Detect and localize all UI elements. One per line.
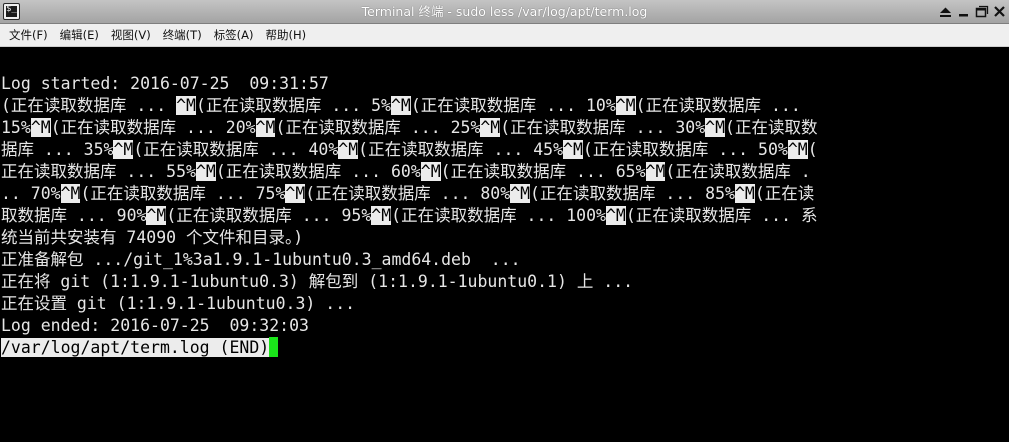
terminal-window: $_ Terminal 终端 - sudo less /var/log/apt/… — [0, 0, 1009, 442]
terminal-text: 15% — [1, 118, 31, 137]
terminal-line: 正准备解包 .../git_1%3a1.9.1-1ubuntu0.3_amd64… — [1, 249, 818, 271]
menu-edit[interactable]: 编辑(E) — [55, 24, 104, 46]
terminal-output: Log started: 2016-07-25 09:31:57 (正在读取数据库… — [1, 73, 818, 359]
terminal-text: Log ended: 2016-07-25 09:32:03 — [1, 316, 309, 335]
terminal-text: 正准备解包 .../git_1%3a1.9.1-1ubuntu0.3_amd64… — [1, 250, 521, 269]
control-char-marker: ^M — [30, 118, 51, 137]
less-status-prompt: /var/log/apt/term.log (END) — [1, 338, 270, 357]
menu-view[interactable]: 视图(V) — [106, 24, 156, 46]
terminal-text: (正在读取数据库 ... 80% — [305, 184, 511, 203]
terminal-line: 统当前共安装有 74090 个文件和目录。) — [1, 227, 818, 249]
terminal-text: (正在读取数据库 ... 45% — [358, 140, 564, 159]
control-char-marker: ^M — [734, 184, 755, 203]
terminal-text: (正在读取数据库 ... 85% — [530, 184, 735, 203]
terminal-line: 据库 ... 35%^M(正在读取数据库 ... 40%^M(正在读取数据库 .… — [1, 139, 818, 161]
terminal-text: ( — [807, 140, 818, 159]
control-char-marker: ^M — [338, 140, 359, 159]
terminal-text: (正在读取数据库 ... 20% — [50, 118, 256, 137]
control-char-marker: ^M — [176, 96, 196, 115]
maximize-icon[interactable] — [973, 3, 990, 20]
terminal-line: (正在读取数据库 ... ^M(正在读取数据库 ... 5%^M(正在读取数据库… — [1, 95, 818, 117]
menu-file[interactable]: 文件(F) — [4, 24, 53, 46]
window-controls — [937, 0, 1009, 23]
control-char-marker: ^M — [705, 118, 726, 137]
terminal-text: 正在设置 git (1:1.9.1-1ubuntu0.3) ... — [1, 294, 356, 313]
terminal-text: .. 70% — [1, 184, 61, 203]
control-char-marker: ^M — [255, 118, 276, 137]
control-char-marker: ^M — [285, 184, 306, 203]
terminal-text: (正在读取数 — [725, 118, 818, 137]
terminal-text: (正在读取数据库 ... 系 — [625, 206, 818, 225]
control-char-marker: ^M — [605, 206, 626, 225]
terminal-line: Log ended: 2016-07-25 09:32:03 — [1, 315, 818, 337]
terminal-text: (正在读取数据库 ... 75% — [80, 184, 286, 203]
terminal-text: (正在读取数据库 ... 5% — [195, 96, 391, 115]
terminal-text: (正在读取数据库 ... — [635, 96, 801, 115]
menu-help[interactable]: 帮助(H) — [261, 24, 312, 46]
control-char-marker: ^M — [480, 118, 501, 137]
control-char-marker: ^M — [563, 140, 583, 159]
close-icon[interactable] — [991, 3, 1008, 20]
terminal-text: (正在读取数据库 ... 30% — [500, 118, 706, 137]
terminal-text: (正在读取数据库 . — [665, 162, 811, 181]
shade-icon[interactable] — [937, 3, 954, 20]
control-char-marker: ^M — [113, 140, 134, 159]
terminal-text: 取数据库 ... 90% — [1, 206, 147, 225]
terminal-text: (正在读取数据库 ... — [1, 96, 177, 115]
terminal-text: Log started: 2016-07-25 09:31:57 — [1, 74, 329, 93]
minimize-icon[interactable] — [955, 3, 972, 20]
terminal-text: 据库 ... 35% — [1, 140, 114, 159]
control-char-marker: ^M — [390, 96, 411, 115]
menu-bar: 文件(F) 编辑(E) 视图(V) 终端(T) 标签(A) 帮助(H) — [0, 24, 1009, 47]
control-char-marker: ^M — [195, 162, 216, 181]
terminal-line: .. 70%^M(正在读取数据库 ... 75%^M(正在读取数据库 ... 8… — [1, 183, 818, 205]
terminal-text: (正在读取数据库 ... 95% — [166, 206, 372, 225]
control-char-marker: ^M — [645, 162, 666, 181]
terminal-text: 正在读取数据库 ... 55% — [1, 162, 196, 181]
control-char-marker: ^M — [371, 206, 392, 225]
terminal-cursor — [269, 337, 279, 357]
terminal-line: 正在读取数据库 ... 55%^M(正在读取数据库 ... 60%^M(正在读取… — [1, 161, 818, 183]
terminal-text: (正在读取数据库 ... 10% — [410, 96, 616, 115]
control-char-marker: ^M — [146, 206, 167, 225]
terminal-line: 正在设置 git (1:1.9.1-1ubuntu0.3) ... — [1, 293, 818, 315]
terminal-text: (正在读 — [754, 184, 815, 203]
terminal-text: (正在读取数据库 ... 25% — [275, 118, 481, 137]
terminal-text: 正在将 git (1:1.9.1-1ubuntu0.3) 解包到 (1:1.9.… — [1, 272, 634, 291]
control-char-marker: ^M — [420, 162, 441, 181]
control-char-marker: ^M — [60, 184, 81, 203]
terminal-line: Log started: 2016-07-25 09:31:57 — [1, 73, 818, 95]
window-title: Terminal 终端 - sudo less /var/log/apt/ter… — [361, 4, 648, 19]
terminal-text: (正在读取数据库 ... 50% — [582, 140, 788, 159]
menu-tabs[interactable]: 标签(A) — [209, 24, 259, 46]
control-char-marker: ^M — [787, 140, 808, 159]
terminal-line: 正在将 git (1:1.9.1-1ubuntu0.3) 解包到 (1:1.9.… — [1, 271, 818, 293]
terminal-text: 统当前共安装有 74090 个文件和目录。) — [1, 228, 304, 247]
title-bar[interactable]: $_ Terminal 终端 - sudo less /var/log/apt/… — [0, 0, 1009, 24]
terminal-text: (正在读取数据库 ... 60% — [215, 162, 421, 181]
control-char-marker: ^M — [615, 96, 636, 115]
terminal-line: 15%^M(正在读取数据库 ... 20%^M(正在读取数据库 ... 25%^… — [1, 117, 818, 139]
menu-terminal[interactable]: 终端(T) — [158, 24, 207, 46]
terminal-text: (正在读取数据库 ... 100% — [391, 206, 606, 225]
terminal-text: (正在读取数据库 ... 40% — [133, 140, 339, 159]
terminal-line: 取数据库 ... 90%^M(正在读取数据库 ... 95%^M(正在读取数据库… — [1, 205, 818, 227]
terminal-line: /var/log/apt/term.log (END) — [1, 337, 818, 359]
terminal-text: (正在读取数据库 ... 65% — [440, 162, 646, 181]
terminal-screen[interactable]: Log started: 2016-07-25 09:31:57 (正在读取数据库… — [0, 47, 1009, 442]
control-char-marker: ^M — [510, 184, 531, 203]
